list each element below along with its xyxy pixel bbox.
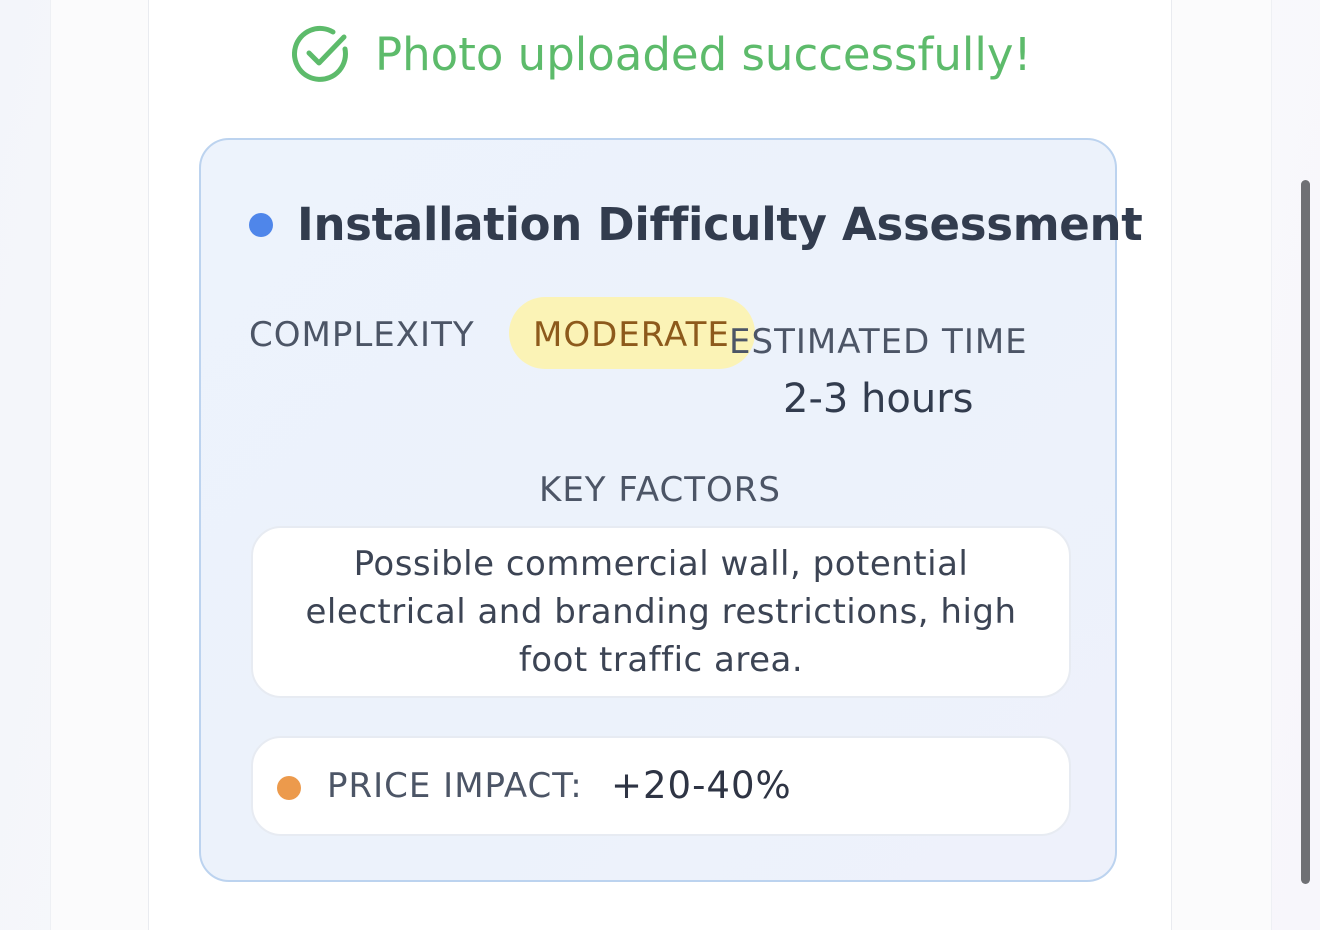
- assessment-title: Installation Difficulty Assessment: [297, 198, 1143, 251]
- complexity-value: MODERATE: [533, 315, 730, 355]
- upload-success-text: Photo uploaded successfully!: [375, 27, 1032, 81]
- key-factors-label: KEY FACTORS: [539, 470, 781, 510]
- price-impact-value: +20-40%: [611, 764, 792, 807]
- key-factors-text: Possible commercial wall, potential elec…: [305, 544, 1017, 680]
- difficulty-assessment-card: Installation Difficulty Assessment COMPL…: [199, 138, 1143, 882]
- title-dot-icon: [249, 213, 273, 237]
- estimated-time-label: ESTIMATED TIME: [729, 322, 1028, 362]
- price-impact-label: PRICE IMPACT:: [327, 766, 583, 806]
- upload-success-message: Photo uploaded successfully!: [292, 25, 1032, 83]
- price-impact-box: PRICE IMPACT: +20-40%: [251, 736, 1071, 836]
- complexity-label: COMPLEXITY: [249, 315, 475, 355]
- estimated-time-value: 2-3 hours: [783, 376, 974, 422]
- check-circle-icon: [292, 25, 348, 82]
- key-factors-box: Possible commercial wall, potential elec…: [251, 526, 1071, 698]
- scrollbar-thumb[interactable]: [1301, 180, 1310, 884]
- price-impact-dot-icon: [277, 776, 301, 800]
